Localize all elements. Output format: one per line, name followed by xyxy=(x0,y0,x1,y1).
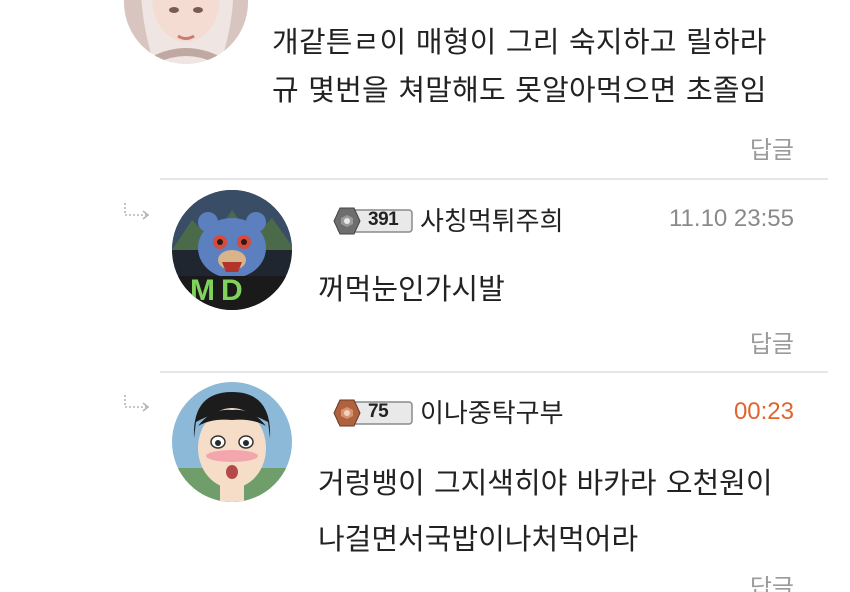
avatar-image xyxy=(124,0,248,64)
reply-button[interactable]: 답글 xyxy=(750,130,794,165)
comment-text-line: 거렁뱅이 그지색히야 바카라 오천원이 xyxy=(318,466,773,500)
comment-text-line: 개같튼ㄹ이 매형이 그리 숙지하고 릴하라 xyxy=(272,25,767,59)
reply-button[interactable]: 답글 xyxy=(750,568,794,592)
avatar-text: MD xyxy=(190,274,249,307)
nickname[interactable]: 사칭먹튀주희 xyxy=(420,201,564,238)
comment-text: 개같튼ㄹ이 매형이 그리 숙지하고 릴하라 규 몇번을 쳐말해도 못알아먹으면 … xyxy=(272,18,832,114)
comment-thread: 개같튼ㄹ이 매형이 그리 숙지하고 릴하라 규 몇번을 쳐말해도 못알아먹으면 … xyxy=(0,0,850,592)
comment-text-line: 규 몇번을 쳐말해도 못알아먹으면 초졸임 xyxy=(272,73,767,107)
level-badge: 391 xyxy=(326,206,414,236)
avatar[interactable] xyxy=(172,382,292,502)
reply-arrow-icon xyxy=(124,395,150,412)
comment-text: 거렁뱅이 그지색히야 바카라 오천원이 나걸면서국밥이나처먹어라 xyxy=(318,455,828,567)
comment-text-line: 꺼먹눈인가시발 xyxy=(318,272,505,306)
divider xyxy=(160,178,828,180)
comment-text-line: 나걸면서국밥이나처먹어라 xyxy=(318,522,639,556)
level-number: 75 xyxy=(368,401,389,422)
avatar[interactable] xyxy=(124,0,248,64)
nickname[interactable]: 이나중탁구부 xyxy=(420,393,564,430)
divider xyxy=(160,371,828,373)
avatar[interactable]: MD xyxy=(172,190,292,310)
level-badge: 75 xyxy=(326,398,414,428)
level-number: 391 xyxy=(368,209,399,230)
avatar-image xyxy=(172,382,292,502)
reply-arrow-icon xyxy=(124,203,150,220)
timestamp: 00:23 xyxy=(733,398,794,425)
reply-button[interactable]: 답글 xyxy=(750,324,794,359)
timestamp: 11.10 23:55 xyxy=(668,205,794,232)
comment-text: 꺼먹눈인가시발 xyxy=(318,261,828,317)
